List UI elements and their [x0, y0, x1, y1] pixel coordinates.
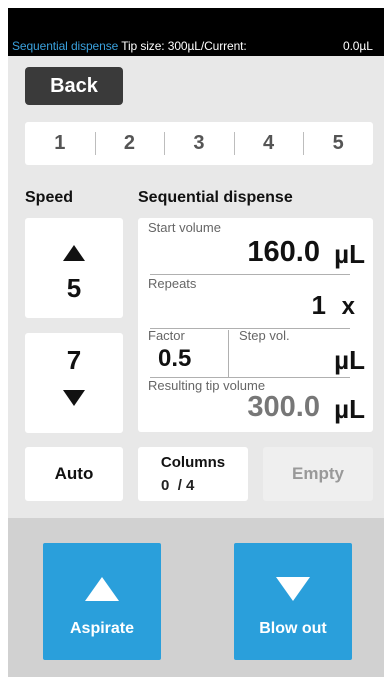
- dispense-speed-value: 7: [66, 345, 82, 375]
- repeats-label: Repeats: [148, 276, 197, 291]
- auto-button[interactable]: Auto: [25, 447, 123, 501]
- start-volume-unit: µL: [334, 239, 365, 269]
- columns-value: 0 / 4: [161, 477, 194, 494]
- aspirate-button[interactable]: Aspirate: [43, 543, 161, 660]
- empty-button[interactable]: Empty: [263, 447, 373, 501]
- triangle-down-icon: [63, 390, 85, 406]
- arrow-up-icon: [85, 577, 119, 601]
- factor-label: Factor: [148, 328, 185, 343]
- main-panel: Back 1 2 3 4 5 Speed Sequential dispense…: [8, 56, 384, 518]
- start-volume-value[interactable]: 160.0: [247, 236, 320, 269]
- back-button[interactable]: Back: [25, 67, 123, 105]
- status-mode: Sequential dispense: [12, 39, 119, 53]
- blow-out-label: Blow out: [259, 620, 327, 637]
- tab-5[interactable]: 5: [303, 122, 373, 165]
- status-tip-info: Tip size: 300µL/Current:: [121, 39, 247, 53]
- tab-3[interactable]: 3: [164, 122, 234, 165]
- action-bar: Aspirate Blow out: [8, 518, 384, 677]
- divider: [228, 330, 229, 378]
- aspirate-label: Aspirate: [69, 620, 135, 637]
- arrow-down-icon: [276, 577, 310, 601]
- status-bar: Sequential dispense Tip size: 300µL/Curre…: [8, 8, 384, 56]
- resulting-volume-unit: µL: [334, 394, 365, 424]
- tab-4[interactable]: 4: [233, 122, 304, 165]
- program-tabs: 1 2 3 4 5: [25, 122, 373, 165]
- blow-out-button[interactable]: Blow out: [234, 543, 352, 660]
- aspirate-speed-button[interactable]: 5: [25, 218, 123, 318]
- status-current-volume: 0.0µL: [343, 39, 373, 53]
- columns-current: 0: [161, 477, 170, 494]
- sequential-panel: Start volume 160.0 µL Repeats 1 x Factor…: [138, 218, 373, 432]
- columns-total: / 4: [177, 477, 195, 494]
- status-text: Sequential dispense Tip size: 300µL/Curre…: [12, 39, 373, 53]
- speed-heading: Speed: [25, 189, 74, 206]
- divider: [150, 274, 350, 275]
- dispense-speed-button[interactable]: 7: [25, 333, 123, 433]
- columns-selector[interactable]: Columns 0 / 4: [138, 447, 248, 501]
- tab-1[interactable]: 1: [25, 122, 95, 165]
- triangle-up-icon: [63, 245, 85, 261]
- columns-label: Columns: [160, 454, 226, 471]
- sequential-heading: Sequential dispense: [138, 189, 293, 206]
- repeats-unit: x: [341, 293, 355, 320]
- factor-value[interactable]: 0.5: [158, 345, 191, 373]
- resulting-volume-value: 300.0: [247, 391, 320, 423]
- repeats-value[interactable]: 1: [312, 290, 326, 321]
- step-vol-label: Step vol.: [239, 328, 290, 343]
- aspirate-speed-value: 5: [66, 273, 82, 303]
- tab-2[interactable]: 2: [94, 122, 165, 165]
- step-vol-unit: µL: [334, 345, 365, 375]
- start-volume-label: Start volume: [148, 220, 221, 235]
